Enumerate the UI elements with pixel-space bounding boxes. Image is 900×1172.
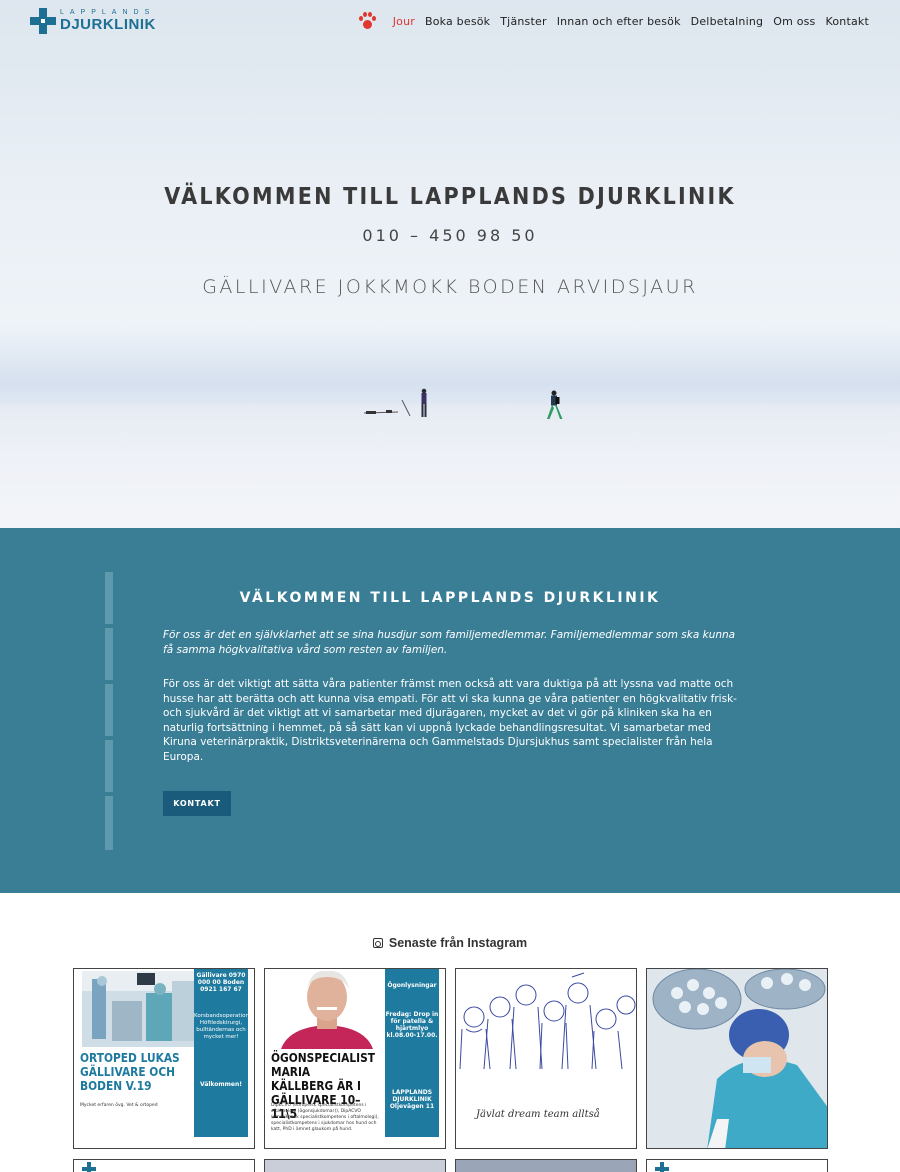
surgeon-photo	[647, 969, 827, 1148]
contact-button[interactable]: KONTAKT	[163, 791, 231, 816]
poster-side-panel: Gällivare 0970 000 00 Boden 0921 167 67 …	[194, 969, 251, 1137]
instagram-heading-text: Senaste från Instagram	[388, 936, 528, 950]
snow-field	[0, 405, 900, 528]
logo-subtext: LAPPLANDS	[60, 9, 156, 16]
instagram-post[interactable]	[73, 1159, 255, 1172]
decor-bar	[105, 628, 113, 680]
specialist-portrait	[271, 969, 383, 1049]
decor-bar	[105, 796, 113, 850]
poster-title: ORTOPED LUKAS GÄLLIVARE OCH BODEN V.19	[80, 1050, 180, 1093]
logo-cross-icon	[655, 1162, 669, 1172]
instagram-post[interactable]	[646, 1159, 828, 1172]
poster-side-top: Gällivare 0970 000 00 Boden 0921 167 67	[196, 972, 246, 993]
welcome-body: För oss är det viktigt att sätta våra pa…	[163, 678, 737, 763]
poster-side-mid: Korsbandsoperation, Höftledskirurgi, bul…	[194, 1013, 251, 1040]
site-logo[interactable]: LAPPLANDS DJURKLINIK	[30, 8, 156, 34]
logo-text: DJURKLINIK	[60, 16, 156, 33]
hero-title: VÄLKOMMEN TILL LAPPLANDS DJURKLINIK	[164, 184, 736, 210]
nav-boka-besok[interactable]: Boka besök	[425, 15, 490, 28]
instagram-post[interactable]: Gällivare 0970 000 00 Boden 0921 167 67 …	[73, 968, 255, 1149]
welcome-intro: För oss är det en självklarhet att se si…	[163, 629, 736, 656]
nav-innan-och-efter-besok[interactable]: Innan och efter besök	[557, 15, 681, 28]
poster-side-welcome: Välkommen!	[200, 1081, 242, 1088]
poster-side-mid: Fredag: Drop in för patella & hjärtmlyo …	[385, 1011, 439, 1039]
drawing-caption: Jävlat dream team alltså	[474, 1108, 600, 1120]
nav-tjanster[interactable]: Tjänster	[500, 15, 546, 28]
logo-cross-icon	[82, 1162, 96, 1172]
hero-phone[interactable]: 010 – 450 98 50	[0, 226, 900, 245]
poster-side-panel: Ögonlysningar Fredag: Drop in för patell…	[385, 969, 439, 1137]
decor-bar	[105, 740, 113, 792]
nav-kontakt[interactable]: Kontakt	[825, 15, 869, 28]
instagram-post[interactable]	[646, 968, 828, 1149]
hero-banner: VÄLKOMMEN TILL LAPPLANDS DJURKLINIK 010 …	[0, 0, 900, 528]
welcome-title: VÄLKOMMEN TILL LAPPLANDS DJURKLINIK	[239, 590, 661, 606]
instagram-post[interactable]: Jävlat dream team alltså	[455, 968, 637, 1149]
welcome-section: VÄLKOMMEN TILL LAPPLANDS DJURKLINIK För …	[0, 528, 900, 893]
nav-delbetalning[interactable]: Delbetalning	[691, 15, 764, 28]
logo-cross-icon	[30, 8, 56, 34]
skier-figure-2	[547, 390, 563, 419]
team-drawing: Jävlat dream team alltså	[456, 969, 636, 1148]
hero-cities: GÄLLIVARE JOKKMOKK BODEN ARVIDSJAUR	[202, 276, 698, 298]
poster-caption: Mycket erfaren övg. Vet & ortoped	[80, 1103, 158, 1108]
instagram-post[interactable]	[455, 1159, 637, 1172]
poster-caption: DipECVO (europeisk specialistkompetens i…	[271, 1103, 379, 1132]
nav-om-oss[interactable]: Om oss	[773, 15, 815, 28]
surgery-photo	[82, 971, 194, 1047]
nav-jour[interactable]: Jour	[393, 15, 415, 28]
skier-figure-1	[363, 388, 427, 417]
instagram-icon	[372, 938, 383, 948]
instagram-post[interactable]	[264, 1159, 446, 1172]
poster-side-bottom: LAPPLANDS DJURKLINIK Oljevägen 11	[389, 1089, 435, 1110]
decor-bar	[105, 684, 113, 736]
site-header: LAPPLANDS DJURKLINIK Jour Boka besök Tjä…	[0, 0, 900, 44]
main-nav: Jour Boka besök Tjänster Innan och efter…	[358, 12, 869, 30]
poster-side-top: Ögonlysningar	[387, 982, 437, 989]
paw-icon[interactable]	[358, 12, 376, 30]
instagram-heading: Senaste från Instagram	[0, 936, 900, 950]
instagram-post[interactable]: Ögonlysningar Fredag: Drop in för patell…	[264, 968, 446, 1149]
